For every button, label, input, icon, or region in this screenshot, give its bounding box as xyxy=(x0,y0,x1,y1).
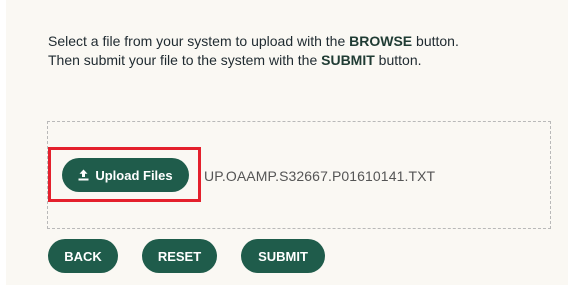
upload-icon xyxy=(78,169,89,181)
instruction-line-2: Then submit your file to the system with… xyxy=(48,51,548,70)
submit-keyword: SUBMIT xyxy=(321,52,375,68)
selected-file-name: UP.OAAMP.S32667.P01610141.TXT xyxy=(204,168,436,184)
submit-button[interactable]: SUBMIT xyxy=(241,239,325,273)
instruction-text: Select a file from your system to upload… xyxy=(48,33,350,49)
instruction-text: button. xyxy=(374,52,422,68)
instruction-text: button. xyxy=(412,33,459,49)
browse-keyword: BROWSE xyxy=(349,33,413,49)
upload-files-button[interactable]: Upload Files xyxy=(62,158,189,192)
upload-instructions: Select a file from your system to upload… xyxy=(48,32,548,70)
instruction-line-1: Select a file from your system to upload… xyxy=(48,32,548,51)
instruction-text: Then submit your file to the system with… xyxy=(48,52,322,68)
reset-button[interactable]: RESET xyxy=(142,239,217,273)
upload-files-label: Upload Files xyxy=(95,167,173,183)
back-button[interactable]: BACK xyxy=(48,239,118,273)
